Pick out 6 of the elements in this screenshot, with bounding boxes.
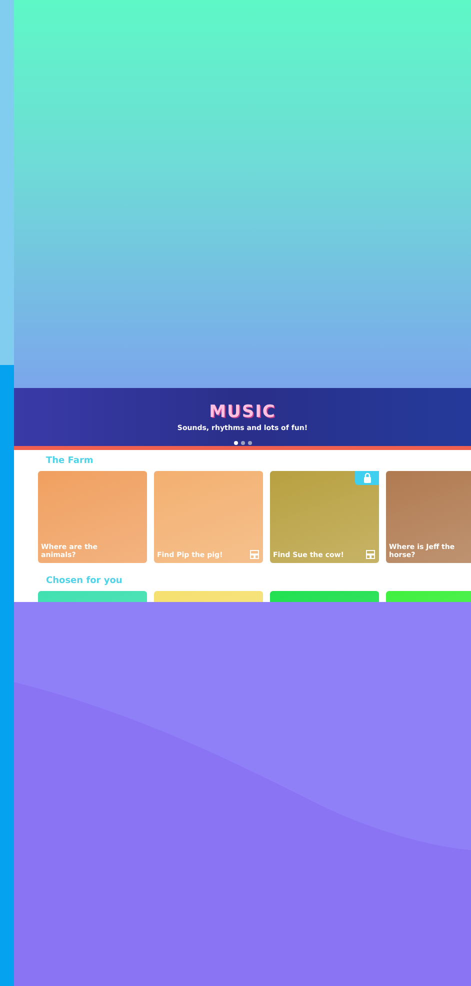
section-title: Chosen for you: [46, 576, 124, 586]
carousel-dot[interactable]: [248, 441, 252, 445]
section-title: The Farm: [46, 456, 94, 466]
banner-logo: MUSIC: [209, 402, 276, 422]
carousel-dot[interactable]: [240, 441, 244, 445]
carousel-dot[interactable]: [234, 441, 238, 445]
